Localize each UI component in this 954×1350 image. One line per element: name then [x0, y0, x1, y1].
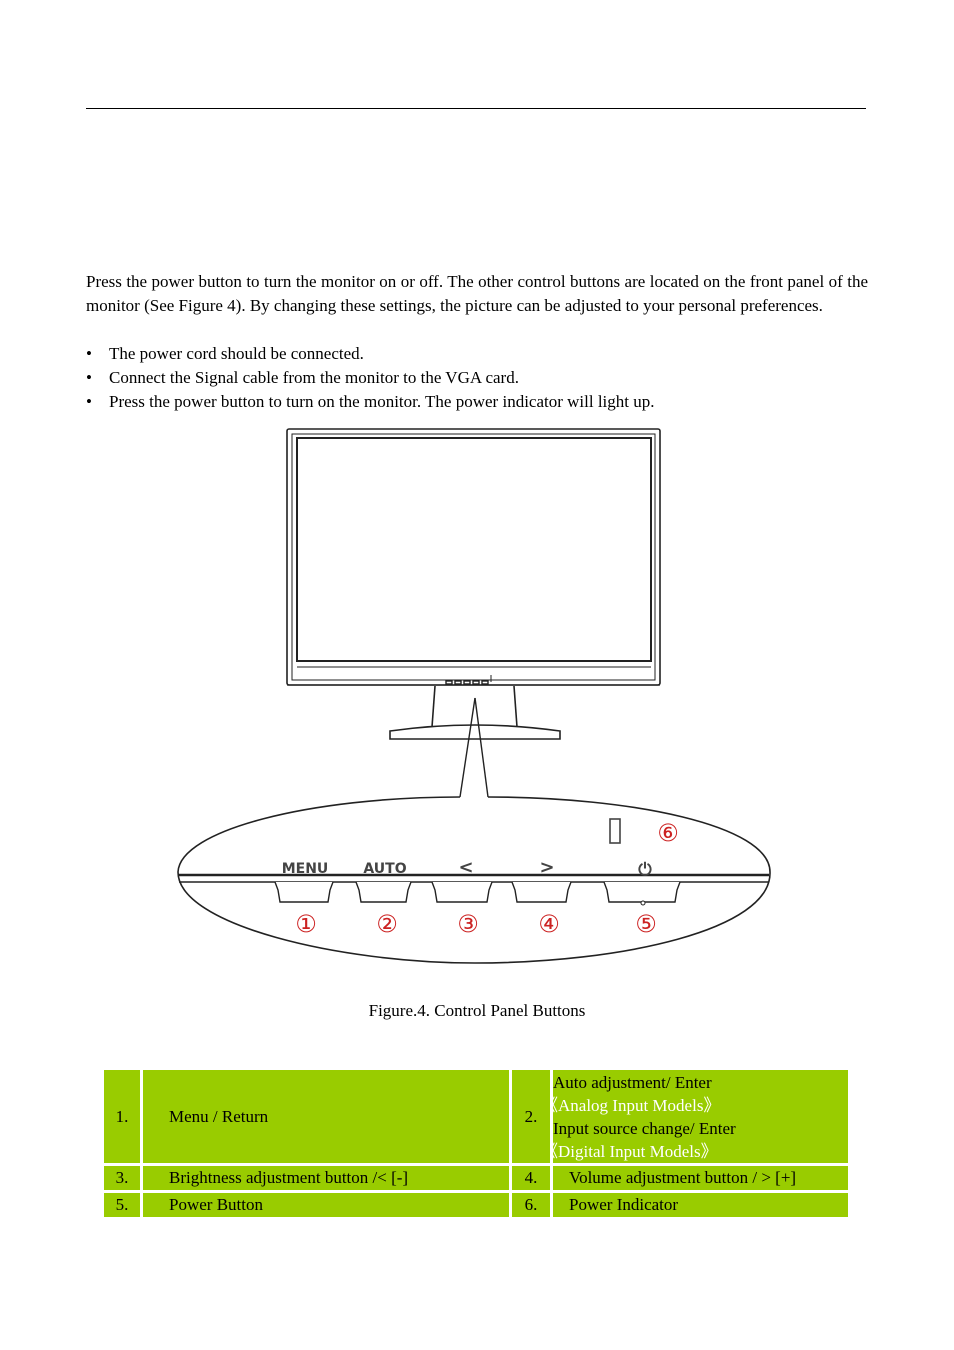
- power-icon: ⏻: [638, 860, 652, 880]
- monitor-illustration: MENU AUTO < > ⏻ ① ② ③ ④ ⑤ ⑥: [177, 428, 771, 964]
- intro-section: Press the power button to turn the monit…: [86, 270, 868, 318]
- auto-label: AUTO: [363, 861, 406, 877]
- instruction-list: • The power cord should be connected. • Co…: [86, 342, 868, 414]
- callout-5: ⑤: [635, 910, 657, 938]
- table-row: 1. Menu / Return 2. Auto adjustment/ Ent…: [104, 1070, 848, 1163]
- item-description: Power Button: [143, 1193, 509, 1217]
- callout-4: ④: [538, 910, 560, 938]
- header-rule: [86, 108, 866, 109]
- callout-2: ②: [376, 910, 398, 938]
- callout-3: ③: [457, 910, 479, 938]
- power-indicator-led: [609, 818, 621, 844]
- right-button: [511, 881, 572, 903]
- item-description: Brightness adjustment button /< [-]: [143, 1166, 509, 1190]
- monitor-stand-base: [389, 724, 561, 740]
- control-panel-figure: MENU AUTO < > ⏻ ① ② ③ ④ ⑤ ⑥: [170, 425, 780, 970]
- figure-caption: Figure.4. Control Panel Buttons: [368, 1001, 586, 1020]
- item-description: Menu / Return: [143, 1070, 509, 1163]
- callout-6: ⑥: [657, 819, 679, 847]
- item-number: 6.: [512, 1193, 550, 1217]
- item-description: Power Indicator: [553, 1193, 848, 1217]
- left-button: [431, 881, 493, 903]
- item-number: 3.: [104, 1166, 140, 1190]
- menu-button: [274, 881, 334, 903]
- left-arrow-label: <: [458, 857, 473, 878]
- item-description: Volume adjustment button / > [+]: [553, 1166, 848, 1190]
- bullet-icon: •: [86, 344, 92, 363]
- right-arrow-label: >: [539, 857, 554, 878]
- item-number: 4.: [512, 1166, 550, 1190]
- zoom-ellipse: [177, 796, 771, 964]
- list-item: • Press the power button to turn on the m…: [86, 390, 868, 414]
- bullet-icon: •: [86, 392, 92, 411]
- list-item: • Connect the Signal cable from the monit…: [86, 366, 868, 390]
- list-item: • The power cord should be connected.: [86, 342, 868, 366]
- table-row: 3. Brightness adjustment button /< [-] 4…: [104, 1166, 848, 1190]
- monitor-screen: [296, 437, 652, 662]
- power-button: [603, 881, 681, 903]
- auto-button: [355, 881, 412, 903]
- bullet-icon: •: [86, 368, 92, 387]
- intro-paragraph: Press the power button to turn the monit…: [86, 272, 868, 315]
- callout-1: ①: [295, 910, 317, 938]
- button-legend-table: 1. Menu / Return 2. Auto adjustment/ Ent…: [101, 1067, 851, 1220]
- item-description-multiline: Auto adjustment/ Enter 《Analog Input Mod…: [541, 1070, 848, 1163]
- item-number: 5.: [104, 1193, 140, 1217]
- monitor-bezel: [286, 428, 661, 686]
- menu-label: MENU: [282, 861, 329, 877]
- item-number: 1.: [104, 1070, 140, 1163]
- table-row: 5. Power Button 6. Power Indicator: [104, 1193, 848, 1217]
